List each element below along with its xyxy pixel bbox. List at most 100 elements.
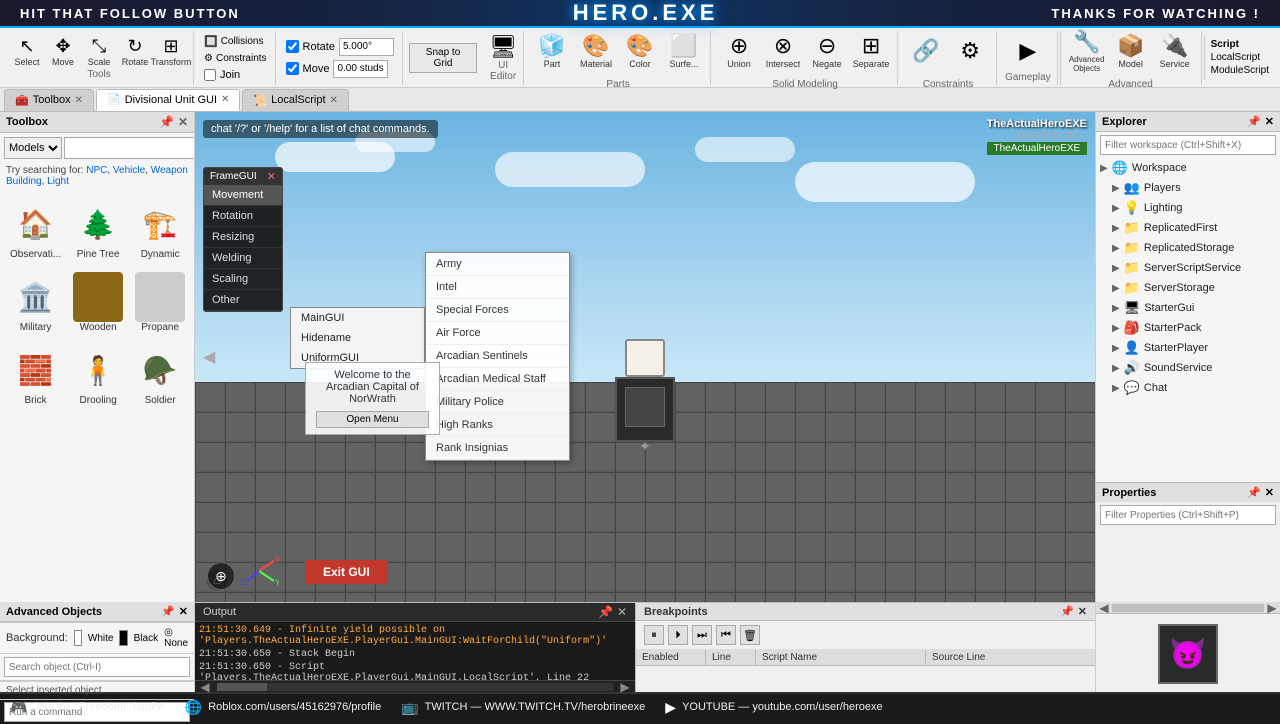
explorer-sound-service[interactable]: ▶ 🔊 SoundService — [1096, 358, 1280, 378]
color-button[interactable]: 🎨Color — [620, 25, 660, 77]
viewport-left-arrow[interactable]: ◀ — [203, 347, 215, 367]
bg-none-radio[interactable]: ◎ None — [164, 627, 188, 649]
bp-btn-2[interactable]: ⏵ — [668, 625, 688, 645]
scroll-right-btn[interactable]: ▶ — [1264, 601, 1280, 615]
bp-btn-1[interactable]: ⏸ — [644, 625, 664, 645]
open-menu-button[interactable]: Open Menu — [316, 411, 429, 428]
properties-pin[interactable]: 📌 — [1247, 486, 1261, 499]
breakpoints-pin[interactable]: 📌 — [1060, 605, 1074, 618]
explorer-search-input[interactable] — [1100, 135, 1276, 155]
submenu-high-ranks[interactable]: High Ranks — [426, 414, 569, 437]
transform-tool[interactable]: ⊞Transform — [155, 35, 187, 67]
tab-ls-close[interactable]: ✕ — [330, 95, 338, 106]
frame-gui-item-other[interactable]: Other — [204, 290, 282, 311]
submenu-hidename[interactable]: Hidename — [291, 328, 424, 348]
move-tool[interactable]: ✥Move — [47, 35, 79, 67]
join-checkbox[interactable] — [204, 69, 216, 81]
toolbox-item-dynamic[interactable]: 🏗️ Dynamic — [131, 195, 189, 264]
toolbox-category-dropdown[interactable]: ModelsDecalsAudio — [4, 137, 62, 159]
output-hscrollbar[interactable]: ◀ ▶ — [195, 680, 635, 692]
frame-gui-item-movement[interactable]: Movement — [204, 185, 282, 206]
solid-union-btn[interactable]: ⊕Union — [719, 25, 759, 77]
toolbox-link-light[interactable]: Light — [47, 176, 69, 187]
constraint2-btn[interactable]: ⚙ — [950, 25, 990, 77]
output-h-scroll-bottom[interactable]: ◀ ▶ — [1096, 602, 1280, 614]
submenu-arcadian-medical[interactable]: Arcadian Medical Staff — [426, 368, 569, 391]
explorer-chat[interactable]: ▶ 💬 Chat — [1096, 378, 1280, 398]
submenu-air-force[interactable]: Air Force — [426, 322, 569, 345]
bp-btn-4[interactable]: ⏮ — [716, 625, 736, 645]
explorer-starter-player[interactable]: ▶ 👤 StarterPlayer — [1096, 338, 1280, 358]
viewport-user-btn[interactable]: TheActualHeroEXE — [987, 142, 1087, 155]
submenu-main-gui[interactable]: MainGUI — [291, 308, 424, 328]
explorer-replicated-first[interactable]: ▶ 📁 ReplicatedFirst — [1096, 218, 1280, 238]
toolbox-link-weapon[interactable]: Weapon — [151, 165, 188, 176]
toolbox-item-brick[interactable]: 🧱 Brick — [6, 341, 65, 410]
explorer-workspace[interactable]: ▶ 🌐 Workspace — [1096, 158, 1280, 178]
explorer-starter-pack[interactable]: ▶ 🎒 StarterPack — [1096, 318, 1280, 338]
output-content[interactable]: 21:51:30.649 - Infinite yield possible o… — [195, 622, 635, 680]
properties-close[interactable]: ✕ — [1265, 486, 1274, 499]
toolbox-link-npc[interactable]: NPC — [86, 165, 107, 176]
submenu-military-police[interactable]: Military Police — [426, 391, 569, 414]
exit-gui-button[interactable]: Exit GUI — [305, 560, 388, 584]
adv-close[interactable]: ✕ — [179, 605, 188, 618]
breakpoints-close[interactable]: ✕ — [1078, 605, 1087, 618]
explorer-lighting[interactable]: ▶ 💡 Lighting — [1096, 198, 1280, 218]
explorer-close[interactable]: ✕ — [1265, 115, 1274, 128]
compass[interactable]: ⊕ — [207, 562, 235, 590]
surface-button[interactable]: ⬜Surfe... — [664, 25, 704, 77]
toolbox-item-observati[interactable]: 🏠 Observati... — [6, 195, 65, 264]
adv-search-input[interactable] — [4, 657, 190, 677]
explorer-replicated-storage[interactable]: ▶ 📁 ReplicatedStorage — [1096, 238, 1280, 258]
submenu-special-forces[interactable]: Special Forces — [426, 299, 569, 322]
frame-gui-item-rotation[interactable]: Rotation — [204, 206, 282, 227]
explorer-players[interactable]: ▶ 👥 Players — [1096, 178, 1280, 198]
output-scroll-right[interactable]: ▶ — [615, 680, 635, 694]
properties-search-input[interactable] — [1100, 505, 1276, 525]
scroll-left-btn[interactable]: ◀ — [1096, 601, 1112, 615]
tab-toolbox[interactable]: 🧰 Toolbox ✕ — [4, 89, 94, 111]
toolbox-item-wooden[interactable]: Wooden — [69, 268, 127, 337]
service-btn[interactable]: 🔌Service — [1155, 25, 1195, 77]
viewport[interactable]: chat '/?' or '/help' for a list of chat … — [195, 112, 1095, 602]
submenu-army[interactable]: Army — [426, 253, 569, 276]
model-btn[interactable]: 📦Model — [1111, 25, 1151, 77]
material-button[interactable]: 🎨Material — [576, 25, 616, 77]
toolbox-pin[interactable]: 📌 — [159, 115, 174, 129]
bp-btn-5[interactable]: 🗑 — [740, 625, 760, 645]
explorer-pin[interactable]: 📌 — [1247, 115, 1261, 128]
tab-toolbox-close[interactable]: ✕ — [75, 95, 83, 106]
submenu-arcadian-sentinels[interactable]: Arcadian Sentinels — [426, 345, 569, 368]
submenu-intel[interactable]: Intel — [426, 276, 569, 299]
toolbox-item-pinetree[interactable]: 🌲 Pine Tree — [69, 195, 127, 264]
solid-intersect-btn[interactable]: ⊗Intersect — [763, 25, 803, 77]
advanced-objects-btn[interactable]: 🔧 Advanced Objects — [1067, 25, 1107, 77]
tab-div-close[interactable]: ✕ — [221, 94, 229, 105]
toolbox-search-input[interactable] — [64, 137, 195, 159]
part-button[interactable]: 🧊Part — [532, 25, 572, 77]
scale-tool[interactable]: ⤡Scale — [83, 35, 115, 67]
constraint1-btn[interactable]: 🔗 — [906, 25, 946, 77]
move-checkbox[interactable] — [286, 62, 299, 75]
adv-pin[interactable]: 📌 — [161, 605, 175, 618]
tab-localscript[interactable]: 📜 LocalScript ✕ — [242, 89, 349, 111]
output-scroll-left[interactable]: ◀ — [195, 680, 215, 694]
toolbox-item-soldier[interactable]: 🪖 Soldier — [131, 341, 189, 410]
bp-btn-3[interactable]: ⏭ — [692, 625, 712, 645]
rotate-input[interactable] — [339, 38, 394, 56]
output-close[interactable]: ✕ — [617, 605, 627, 619]
frame-gui-close[interactable]: ✕ — [267, 170, 276, 183]
toolbox-item-military[interactable]: 🏛️ Military — [6, 268, 65, 337]
explorer-server-script-service[interactable]: ▶ 📁 ServerScriptService — [1096, 258, 1280, 278]
ui-editor-icon[interactable]: 🖥 — [489, 34, 517, 60]
select-tool[interactable]: ↖Select — [11, 35, 43, 67]
solid-separate-btn[interactable]: ⊞Separate — [851, 25, 891, 77]
output-pin[interactable]: 📌 — [598, 605, 613, 619]
explorer-server-storage[interactable]: ▶ 📁 ServerStorage — [1096, 278, 1280, 298]
toolbox-item-drooling[interactable]: 🧍 Drooling — [69, 341, 127, 410]
move-input[interactable] — [333, 60, 388, 78]
gameplay-btn[interactable]: ▶ — [1008, 33, 1048, 70]
bg-white-swatch[interactable] — [74, 630, 82, 646]
frame-gui-item-scaling[interactable]: Scaling — [204, 269, 282, 290]
